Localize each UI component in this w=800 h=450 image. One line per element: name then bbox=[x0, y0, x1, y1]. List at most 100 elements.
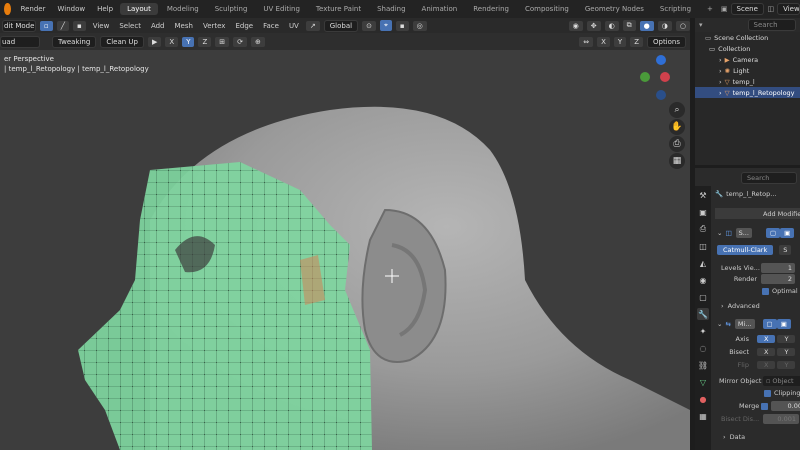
camera-view-icon[interactable]: ⎙ bbox=[669, 136, 685, 152]
show-in-viewport-icon[interactable]: ▣ bbox=[780, 228, 795, 238]
outliner-item-camera[interactable]: › ▶ Camera bbox=[695, 54, 800, 65]
chevron-right-icon[interactable]: › bbox=[719, 56, 722, 64]
menu-view[interactable]: View bbox=[90, 22, 113, 30]
gizmo-neg-z-icon[interactable] bbox=[656, 90, 666, 100]
axis-y-button[interactable]: Y bbox=[777, 335, 796, 343]
workspace-tab-modeling[interactable]: Modeling bbox=[160, 3, 206, 15]
workspace-tab-uv-editing[interactable]: UV Editing bbox=[256, 3, 307, 15]
workspace-tab-geometry-nodes[interactable]: Geometry Nodes bbox=[578, 3, 651, 15]
mirror-z-button[interactable]: Z bbox=[630, 36, 643, 47]
output-tab-icon[interactable]: ⎙ bbox=[697, 223, 709, 235]
bisect-x-button[interactable]: X bbox=[757, 348, 776, 356]
menu-help[interactable]: Help bbox=[91, 5, 119, 13]
face-select-mode-icon[interactable]: ▪ bbox=[72, 20, 86, 31]
overlay-icon[interactable]: ◐ bbox=[604, 20, 619, 31]
menu-uv[interactable]: UV bbox=[286, 22, 302, 30]
menu-select[interactable]: Select bbox=[116, 22, 144, 30]
modifier-tab-icon[interactable]: 🔧 bbox=[697, 308, 709, 320]
blender-logo-icon[interactable] bbox=[4, 3, 11, 15]
material-tab-icon[interactable]: ● bbox=[697, 393, 709, 405]
cleanup-selector[interactable]: Clean Up bbox=[100, 35, 144, 48]
mirror-object-field[interactable]: ▫ Object bbox=[763, 376, 800, 386]
show-in-editmode-icon[interactable]: ▢ bbox=[765, 228, 781, 238]
view-layer-tab-icon[interactable]: ◫ bbox=[697, 240, 709, 252]
menu-add[interactable]: Add bbox=[148, 22, 168, 30]
tool-tab-icon[interactable]: ⚒ bbox=[697, 189, 709, 201]
properties-search[interactable]: Search bbox=[715, 171, 800, 184]
clipping-checkbox[interactable] bbox=[764, 389, 771, 397]
transform-orientation-icon[interactable]: ↗ bbox=[305, 20, 320, 31]
mirror-x-button[interactable]: X bbox=[597, 36, 610, 47]
render-tab-icon[interactable]: ▣ bbox=[697, 206, 709, 218]
workspace-tab-shading[interactable]: Shading bbox=[370, 3, 412, 15]
edge-select-mode-icon[interactable]: ╱ bbox=[56, 20, 69, 31]
show-in-editmode-icon[interactable]: ▢ bbox=[762, 319, 777, 329]
outliner-collection[interactable]: ▭ Collection bbox=[695, 43, 800, 54]
data-section[interactable]: › Data bbox=[723, 433, 745, 441]
z-axis-button[interactable]: Z bbox=[198, 36, 212, 47]
chevron-down-icon[interactable]: ⌄ bbox=[717, 229, 722, 237]
pivot-icon[interactable]: ⊙ bbox=[362, 20, 376, 31]
mirror-icon[interactable]: ⇔ bbox=[579, 36, 594, 47]
workspace-tab-texture-paint[interactable]: Texture Paint bbox=[309, 3, 368, 15]
flip-x-button[interactable]: X bbox=[757, 361, 776, 369]
constraints-tab-icon[interactable]: ⛓ bbox=[697, 359, 709, 371]
optimal-display-checkbox[interactable] bbox=[762, 287, 769, 295]
particles-tab-icon[interactable]: ✦ bbox=[697, 325, 709, 337]
workspace-tab-animation[interactable]: Animation bbox=[415, 3, 465, 15]
scene-selector[interactable]: Scene bbox=[730, 3, 765, 15]
optimal-display-row[interactable]: Optimal D bbox=[762, 287, 800, 295]
bisect-y-button[interactable]: Y bbox=[777, 348, 796, 356]
gizmo-x-axis-icon[interactable] bbox=[660, 72, 670, 82]
render-levels-field[interactable]: 2 bbox=[761, 274, 795, 284]
outliner-scene-collection[interactable]: ▭ Scene Collection bbox=[695, 32, 800, 43]
3d-viewport[interactable] bbox=[0, 50, 690, 450]
physics-tab-icon[interactable]: ◌ bbox=[697, 342, 709, 354]
menu-mesh[interactable]: Mesh bbox=[172, 22, 196, 30]
menu-vertex[interactable]: Vertex bbox=[200, 22, 229, 30]
shading-rendered-icon[interactable]: ○ bbox=[675, 20, 690, 31]
mirror-y-button[interactable]: Y bbox=[613, 36, 627, 47]
menu-window[interactable]: Window bbox=[51, 5, 91, 13]
target-icon[interactable]: ⊕ bbox=[251, 36, 265, 47]
xray-icon[interactable]: ⧉ bbox=[622, 20, 636, 31]
shading-solid-icon[interactable]: ● bbox=[639, 20, 654, 31]
menu-face[interactable]: Face bbox=[260, 22, 282, 30]
snap-icon[interactable]: ⌖ bbox=[379, 20, 392, 31]
workspace-tab-compositing[interactable]: Compositing bbox=[518, 3, 576, 15]
simple-button[interactable]: S bbox=[779, 245, 792, 255]
texture-tab-icon[interactable]: ▦ bbox=[697, 410, 709, 422]
gizmo-z-axis-icon[interactable] bbox=[656, 55, 666, 65]
properties-search-input[interactable]: Search bbox=[741, 171, 797, 184]
viewport-visibility-icon[interactable]: ◉ bbox=[568, 20, 583, 31]
flip-y-button[interactable]: Y bbox=[777, 361, 796, 369]
gizmo-y-axis-icon[interactable] bbox=[640, 72, 650, 82]
symmetry-icon[interactable]: ⊞ bbox=[215, 36, 230, 47]
history-icon[interactable]: ⟳ bbox=[233, 36, 248, 47]
menu-render[interactable]: Render bbox=[15, 5, 52, 13]
mirror-modifier-header[interactable]: ⌄ ⇆ Mi... ▢ ▣ bbox=[717, 319, 791, 329]
catmull-clark-button[interactable]: Catmull-Clark bbox=[717, 245, 774, 255]
options-button[interactable]: Options bbox=[646, 35, 686, 48]
merge-distance-field[interactable]: 0.00 bbox=[771, 401, 800, 411]
shading-material-icon[interactable]: ◑ bbox=[657, 20, 672, 31]
workspace-tab-rendering[interactable]: Rendering bbox=[466, 3, 516, 15]
menu-edge[interactable]: Edge bbox=[232, 22, 256, 30]
clipping-row[interactable]: Clipping bbox=[764, 389, 800, 397]
show-in-viewport-icon[interactable]: ▣ bbox=[776, 319, 791, 329]
x-axis-button[interactable]: X bbox=[165, 36, 179, 47]
object-tab-icon[interactable]: ▢ bbox=[697, 291, 709, 303]
world-tab-icon[interactable]: ◉ bbox=[697, 274, 709, 286]
pan-hand-icon[interactable]: ✋ bbox=[669, 119, 685, 135]
chevron-right-icon[interactable]: › bbox=[719, 78, 722, 86]
chevron-right-icon[interactable]: › bbox=[719, 89, 722, 97]
chevron-down-icon[interactable]: ⌄ bbox=[717, 320, 722, 328]
bisect-distance-field[interactable]: 0.001 bbox=[763, 414, 799, 424]
axis-x-button[interactable]: X bbox=[757, 335, 776, 343]
viewlayer-selector[interactable]: ViewLa bbox=[777, 3, 800, 15]
advanced-section[interactable]: › Advanced bbox=[721, 302, 760, 310]
vertex-select-mode-icon[interactable]: ▫ bbox=[40, 20, 53, 31]
gizmo-icon[interactable]: ✥ bbox=[586, 20, 601, 31]
outliner-search-input[interactable]: Search bbox=[747, 19, 796, 31]
add-workspace-button[interactable]: + bbox=[700, 3, 720, 15]
